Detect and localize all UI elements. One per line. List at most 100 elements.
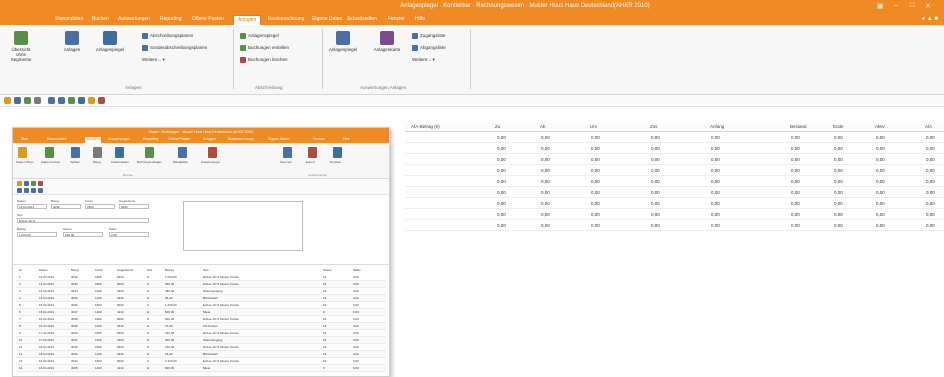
depreciation-plan-item[interactable]: Abschreibungsplanen	[142, 33, 193, 39]
tab-anlagen[interactable]: Anlagen	[203, 137, 216, 141]
templates-icon[interactable]	[145, 147, 154, 158]
table-row[interactable]: 0,00 0,00 0,00 0,00 0,00 0,00 0,00 0,00 0,00	[405, 199, 944, 209]
tab-auswertungen[interactable]: Auswertungen	[108, 137, 130, 141]
column-header[interactable]: AfA-Betrag (€)	[411, 124, 440, 129]
create-bookings-item[interactable]: Buchungen erstellen	[240, 45, 289, 51]
asset-register-item[interactable]: Anlagenspiegel	[240, 33, 279, 39]
table-header-contra[interactable]: Gegenkonto	[117, 268, 133, 272]
asset-card-button[interactable]: Anlagenkarte	[372, 31, 402, 52]
filter-icon[interactable]	[68, 97, 75, 104]
column-header[interactable]: Ab	[540, 124, 546, 129]
split-icon[interactable]	[71, 147, 80, 158]
table-header-amount[interactable]: Betrag	[165, 268, 174, 272]
table-header-account[interactable]: Konto	[95, 268, 103, 272]
table-row[interactable]: 7 16.04.2013 3038 1800 8400 S 640,00 Erlöse 19 …	[16, 316, 386, 323]
maximize-button[interactable]: □	[907, 2, 917, 11]
notes-panel[interactable]	[183, 201, 303, 251]
table-header-dc[interactable]: S/H	[147, 268, 152, 272]
disposals-list-item[interactable]: Abgangsliste	[412, 45, 446, 51]
tab-stammdaten[interactable]: Stammdaten	[55, 16, 83, 22]
save-icon[interactable]	[14, 97, 21, 104]
undo-icon[interactable]	[48, 97, 55, 104]
tab-fenster[interactable]: Fenster	[388, 16, 405, 22]
tab-buchen[interactable]: Buchen	[92, 16, 109, 22]
table-header-balance[interactable]: Saldo	[353, 268, 361, 272]
table-row[interactable]: 8 16.04.2013 3039 1200 4530 H 72,00 Kfz-Kosten 1…	[16, 323, 386, 330]
table-row[interactable]: 13 19.04.2013 3044 1800 8400 S 2.100,00 Erlöse …	[16, 358, 386, 365]
delete-bookings-item[interactable]: Buchungen löschen	[240, 57, 288, 63]
asset-register-button[interactable]: Anlagespiegel	[90, 31, 130, 52]
nav-last-icon[interactable]	[38, 188, 43, 193]
assets-button[interactable]: Anlagen	[60, 31, 84, 52]
table-header-nr[interactable]: Nr.	[19, 268, 23, 272]
table-row[interactable]: 3 14.04.2013 3034 1200 3400 H 480,00 Wareneinga…	[16, 288, 386, 295]
close-button[interactable]: ✕	[923, 2, 933, 11]
contra-account-field[interactable]: 8400	[119, 204, 149, 209]
tax-field[interactable]: 190,00	[63, 232, 103, 237]
tab-auswertungen[interactable]: Auswertungen	[118, 16, 150, 22]
table-header-date[interactable]: Datum	[39, 268, 48, 272]
table-header-tax[interactable]: Steuer	[323, 268, 332, 272]
delete-icon[interactable]	[38, 181, 43, 186]
refresh-icon[interactable]	[31, 181, 36, 186]
column-header[interactable]: Bestand	[790, 124, 807, 129]
overview-button[interactable]: Übersicht ohne Segmente	[6, 31, 36, 62]
tab-reporting[interactable]: Reporting	[160, 16, 182, 22]
nav-prev-icon[interactable]	[24, 188, 29, 193]
table-row[interactable]: 2 13.04.2013 3033 1800 8400 S 250,00 Erlöse 19 …	[16, 281, 386, 288]
open-batch-icon[interactable]	[18, 147, 27, 158]
table-row[interactable]: 11 18.04.2013 3042 1800 8400 S 150,00 Erlöse 19…	[16, 344, 386, 351]
tab-schnittstellen[interactable]: Schnittstellen	[347, 16, 377, 22]
table-row[interactable]: 12 18.04.2013 3043 1200 4930 H 18,00 Bürobedarf…	[16, 351, 386, 358]
table-row[interactable]: 0,00 0,00 0,00 0,00 0,00 0,00 0,00 0,00 0,00	[405, 144, 944, 154]
column-header[interactable]: Zus	[650, 124, 658, 129]
account-field[interactable]: 1800	[85, 204, 115, 209]
special-depreciation-item[interactable]: Sonderabschreibungsplanen	[142, 45, 207, 51]
column-header[interactable]: Zu	[495, 124, 500, 129]
asset-chart-button[interactable]: Anlagespiegel	[328, 31, 358, 52]
additions-list-item[interactable]: Zugangsliste	[412, 33, 446, 39]
delete-icon[interactable]	[98, 97, 105, 104]
table-row[interactable]: 6 15.04.2013 3037 1200 4210 H 800,00 Miete 0 0,00	[16, 309, 386, 316]
folder-icon[interactable]	[4, 97, 11, 104]
table-row[interactable]: 14 19.04.2013 3045 1200 4210 H 800,00 Miete 0 0,0…	[16, 365, 386, 372]
print-icon[interactable]	[333, 147, 342, 158]
receipt-icon[interactable]	[93, 147, 102, 158]
column-header[interactable]: Anfang	[710, 124, 724, 129]
table-row[interactable]: 5 15.04.2013 3036 1800 8400 S 1.200,00 Erlöse 1…	[16, 302, 386, 309]
tab-hilfe[interactable]: Hilfe	[415, 16, 425, 22]
tab-offene-posten[interactable]: Offene Posten	[192, 16, 224, 22]
tab-anlagen[interactable]: Anlagen	[233, 15, 262, 25]
post-batch-icon[interactable]	[45, 147, 54, 158]
date-field[interactable]: 13.04.2013	[17, 204, 47, 209]
save-icon[interactable]	[24, 181, 29, 186]
nav-next-icon[interactable]	[31, 188, 36, 193]
sort-icon[interactable]	[88, 97, 95, 104]
table-row[interactable]: 0,00 0,00 0,00 0,00 0,00 0,00 0,00 0,00 0,00	[405, 188, 944, 198]
tab-kostenrechnung[interactable]: Kostenrechnung	[228, 137, 254, 141]
receipt-field[interactable]: 3032	[51, 204, 81, 209]
tab-offene-posten[interactable]: Offene Posten	[168, 137, 190, 141]
balance-field[interactable]: 0,00	[109, 232, 149, 237]
redo-icon[interactable]	[58, 97, 65, 104]
nav-first-icon[interactable]	[17, 188, 22, 193]
column-header[interactable]: Aktiv	[875, 124, 885, 129]
tab-kostenrechnung[interactable]: Kostenrechnung	[268, 16, 304, 22]
print-icon[interactable]	[34, 97, 41, 104]
table-row[interactable]: 10 17.04.2013 3041 1200 3400 H 920,00 Wareneing…	[16, 337, 386, 344]
more-reports-item[interactable]: Weitere... ▾	[412, 57, 435, 63]
table-row[interactable]: 0,00 0,00 0,00 0,00 0,00 0,00 0,00 0,00 0,00	[405, 155, 944, 165]
table-row[interactable]: 0,00 0,00 0,00 0,00 0,00 0,00 0,00 0,00 0,00	[405, 221, 944, 231]
column-header[interactable]: Ende	[833, 124, 844, 129]
search-icon[interactable]	[78, 97, 85, 104]
restore-button[interactable]: ▣	[875, 2, 885, 11]
table-row[interactable]: 1 13.04.2013 3032 1800 8400 S 1.000,00 Erlöse 1…	[16, 274, 386, 281]
tab-stammdaten[interactable]: Stammdaten	[47, 137, 67, 141]
refresh-icon[interactable]	[24, 97, 31, 104]
table-row[interactable]: 0,00 0,00 0,00 0,00 0,00 0,00 0,00 0,00 0,00	[405, 166, 944, 176]
sums-icon[interactable]	[283, 147, 292, 158]
cost-center-icon[interactable]	[115, 147, 124, 158]
tab-reporting[interactable]: Reporting	[143, 137, 158, 141]
help-icons[interactable]: ● ▲ ■	[921, 16, 938, 22]
column-header[interactable]: Um	[590, 124, 597, 129]
